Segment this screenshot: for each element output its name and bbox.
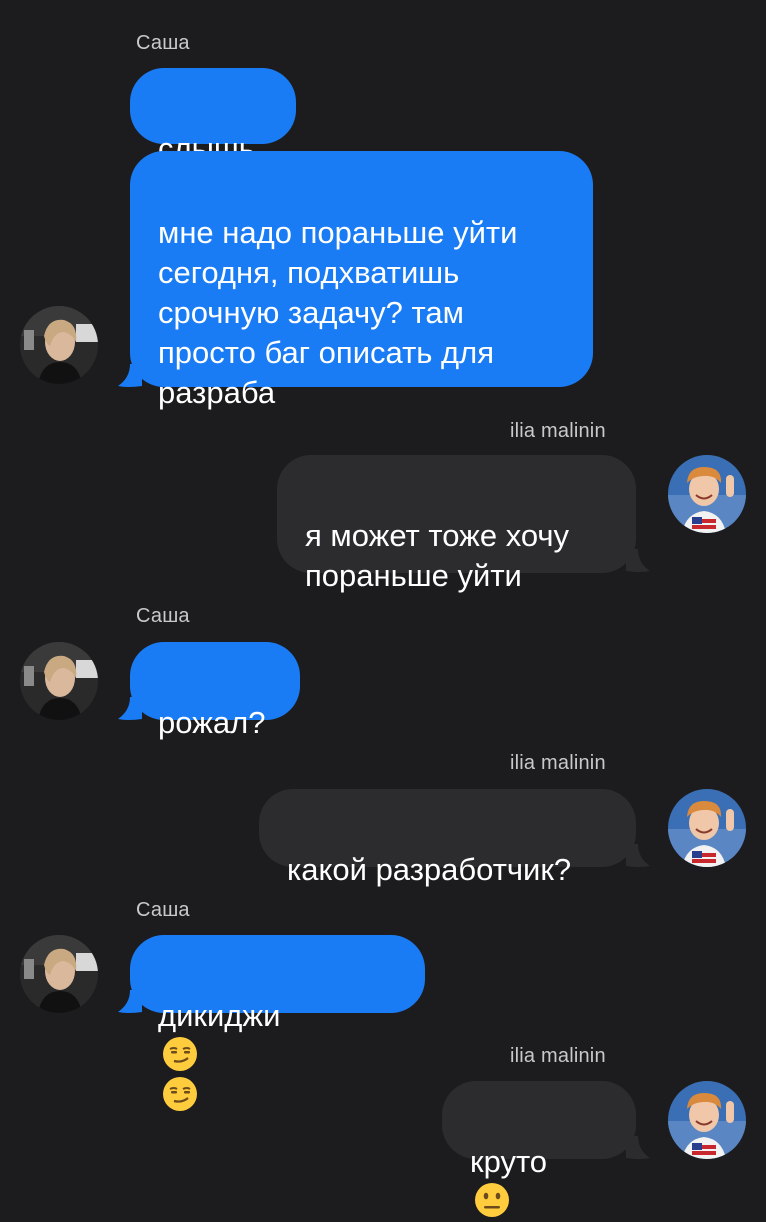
bubble-tail [626,1136,650,1159]
message-text: мне надо пораньше уйти сегодня, подхвати… [158,215,518,410]
message-text: я может тоже хочу пораньше уйти [305,518,570,593]
bubble-tail [626,844,650,867]
message-text: круто [470,1144,548,1179]
sender-name-sasha: Саша [136,605,190,627]
smirking-face-icon [163,1077,197,1111]
ilia-avatar-icon[interactable] [668,789,746,867]
message-bubble-outgoing[interactable]: круто [442,1081,636,1217]
neutral-face-icon [475,1183,509,1217]
ilia-avatar-icon[interactable] [668,1081,746,1159]
bubble-tail [626,549,650,572]
message-bubble-outgoing[interactable]: я может тоже хочу пораньше уйти [277,455,636,593]
sasha-avatar-icon[interactable] [20,935,98,1013]
sasha-avatar-icon[interactable] [20,306,98,384]
sender-name-ilia: ilia malinin [510,420,606,442]
bubble-tail [118,364,142,387]
smirking-face-icon [163,1037,197,1071]
sender-name-sasha: Саша [136,32,190,54]
message-bubble-incoming[interactable]: слышь [130,68,296,166]
message-bubble-incoming[interactable]: рожал? [130,642,300,740]
message-text: рожал? [158,705,266,740]
message-bubble-outgoing[interactable]: какой разработчик? [259,789,636,887]
sasha-avatar-icon[interactable] [20,642,98,720]
message-bubble-incoming[interactable]: дикиджи [130,935,425,1111]
message-text: дикиджи [158,998,281,1033]
bubble-tail [118,990,142,1013]
sender-name-ilia: ilia malinin [510,1045,606,1067]
sender-name-sasha: Саша [136,899,190,921]
ilia-avatar-icon[interactable] [668,455,746,533]
bubble-tail [118,697,142,720]
message-bubble-incoming[interactable]: мне надо пораньше уйти сегодня, подхвати… [130,151,593,410]
sender-name-ilia: ilia malinin [510,752,606,774]
message-text: какой разработчик? [287,852,572,887]
